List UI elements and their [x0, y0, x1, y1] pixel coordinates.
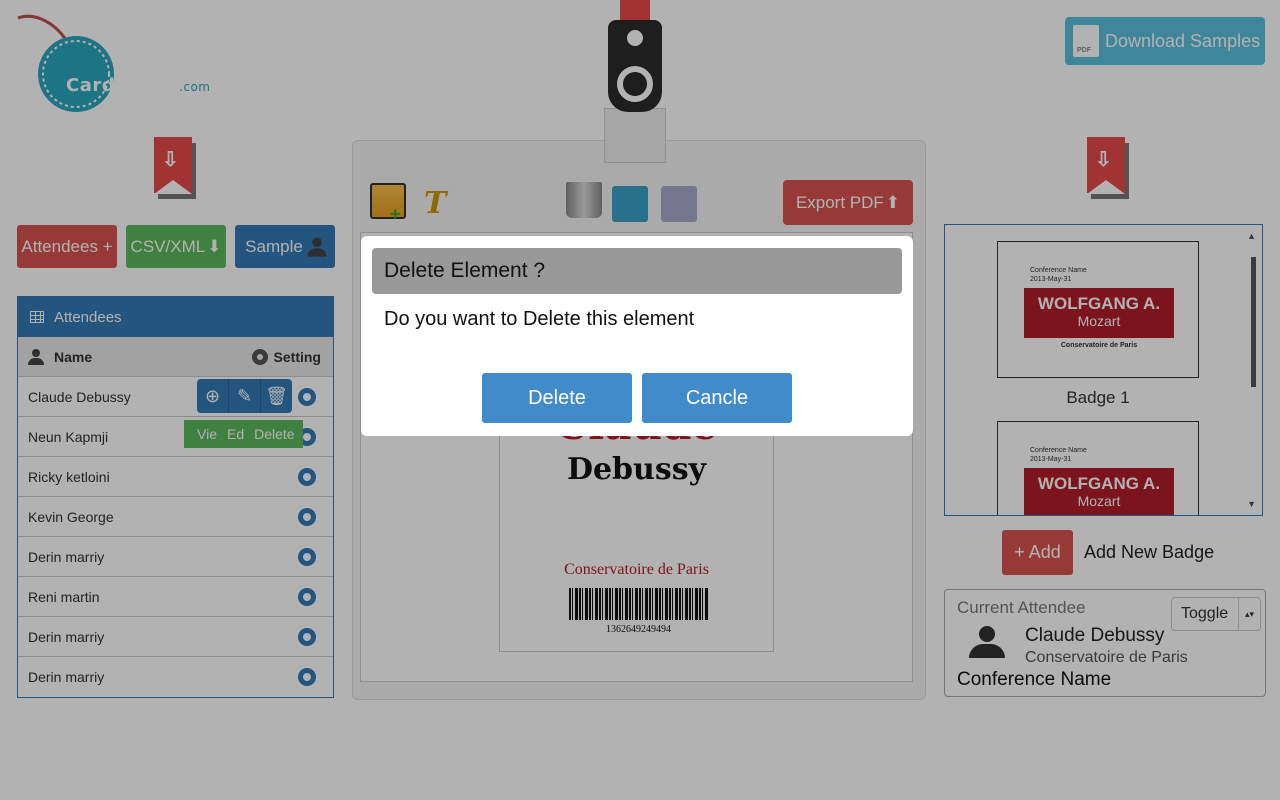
cancel-button[interactable]: Cancle	[642, 373, 792, 423]
cancel-button-label: Cancle	[685, 386, 749, 409]
delete-element-dialog: Delete Element ? Do you want to Delete t…	[361, 236, 913, 436]
dialog-title: Delete Element ?	[384, 259, 546, 282]
delete-button[interactable]: Delete	[482, 373, 632, 423]
delete-button-label: Delete	[528, 386, 586, 409]
dialog-message: Do you want to Delete this element	[384, 308, 695, 330]
dialog-header: Delete Element ?	[372, 248, 902, 294]
